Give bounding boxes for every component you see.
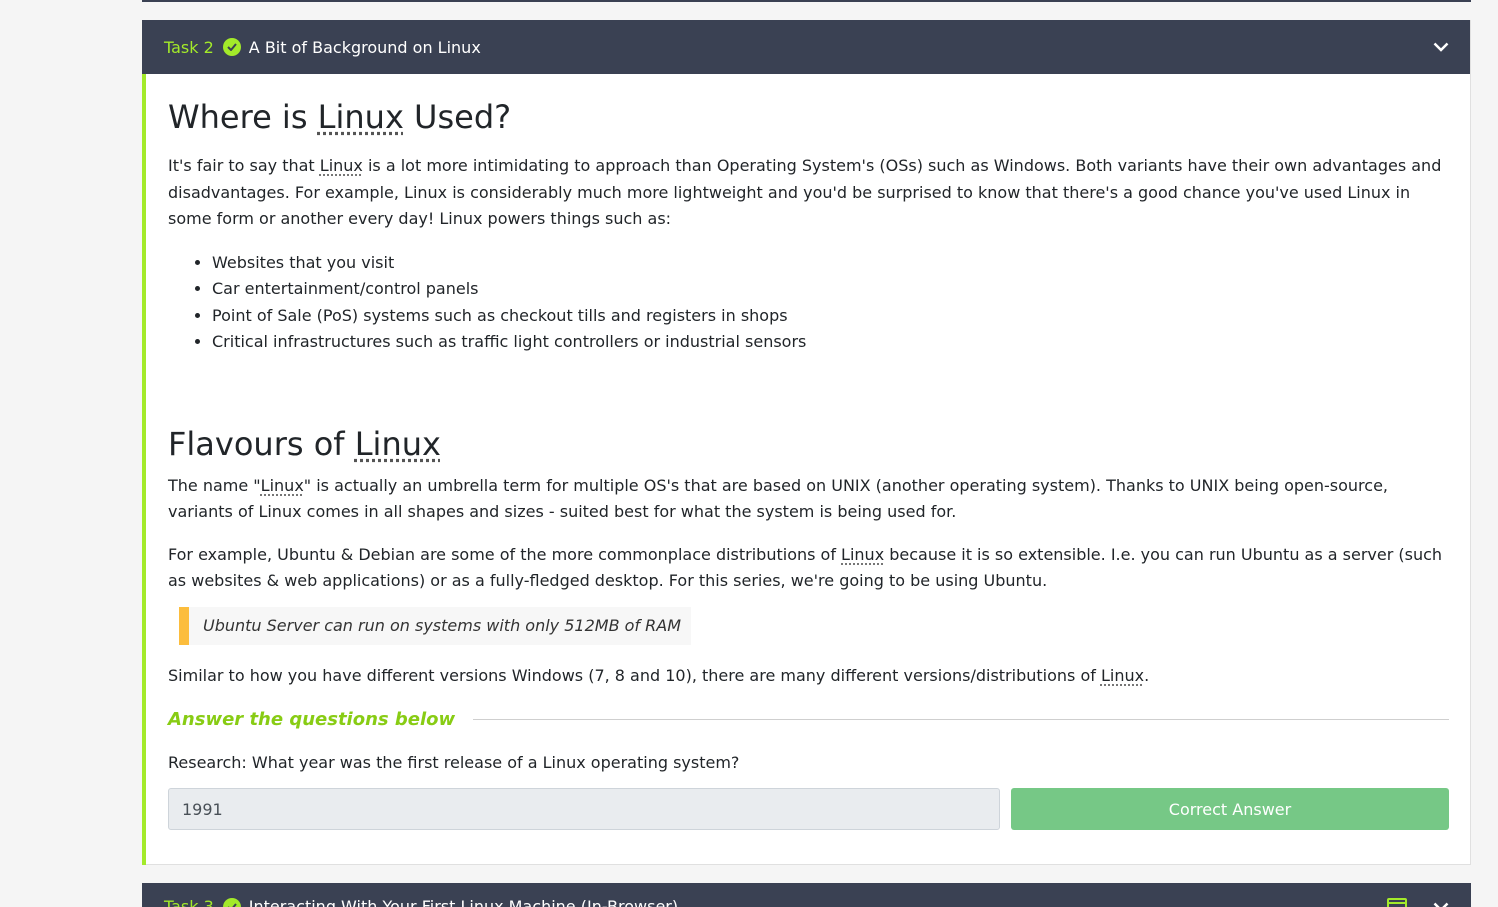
paragraph-text: It's fair to say that [168,156,320,175]
task-2-header[interactable]: Task 2 A Bit of Background on Linux [142,20,1470,74]
task-number: Task 2 [164,37,214,57]
heading-text: Flavours of [168,424,355,463]
answer-row: Correct Answer [168,788,1449,830]
section-heading-where-used: Where is Linux Used? [168,96,1449,138]
linux-term-link[interactable]: Linux [355,425,441,463]
versions-paragraph: Similar to how you have different versio… [168,663,1449,690]
task-title: Interacting With Your First Linux Machin… [248,897,679,907]
chevron-down-icon[interactable] [1432,38,1450,56]
question-text: Research: What year was the first releas… [168,753,740,772]
task-number: Task 3 [164,897,214,907]
previous-task-edge [142,0,1471,2]
distributions-paragraph: For example, Ubuntu & Debian are some of… [168,542,1449,595]
linux-term-link[interactable]: Linux [320,156,363,175]
linux-term-link[interactable]: Linux [841,545,884,564]
task-2-card: Task 2 A Bit of Background on Linux Wher… [142,20,1471,865]
answer-input[interactable] [168,788,1000,830]
linux-term-link[interactable]: Linux [318,98,404,136]
task-3-actions [1387,897,1449,907]
paragraph-text: . [1144,665,1150,685]
completed-check-icon [222,897,241,907]
linux-uses-list: Websites that you visit Car entertainmen… [168,250,1449,356]
heading-text: Used? [403,98,512,136]
list-item: Critical infrastructures such as traffic… [212,329,1449,356]
machine-icon[interactable] [1387,897,1407,907]
paragraph-text: The name " [168,475,261,495]
intro-paragraph: It's fair to say that Linux is a lot mor… [168,153,1449,233]
completed-check-icon [222,38,241,56]
divider [473,719,1449,720]
task-title: A Bit of Background on Linux [248,37,481,57]
heading-text: Where is [168,98,318,136]
list-item: Car entertainment/control panels [212,276,1449,303]
list-item: Point of Sale (PoS) systems such as chec… [212,303,1449,330]
correct-answer-button[interactable]: Correct Answer [1011,788,1449,830]
answer-questions-heading: Answer the questions below [168,709,1449,730]
paragraph-text: For example, Ubuntu & Debian are some of… [168,544,842,564]
page: Task 2 A Bit of Background on Linux Wher… [0,0,1498,907]
ubuntu-ram-quote: Ubuntu Server can run on systems with on… [179,606,691,645]
list-item: Websites that you visit [212,250,1449,277]
task-3-header-content: Task 3 Interacting With Your First Linux… [164,897,678,907]
linux-term-link[interactable]: Linux [261,476,304,495]
linux-term-link[interactable]: Linux [1101,666,1144,685]
answer-heading-text: Answer the questions below [168,709,456,730]
section-heading-flavours: Flavours of Linux [168,423,1449,465]
chevron-down-icon[interactable] [1433,897,1449,907]
paragraph-text: Similar to how you have different versio… [168,665,1101,685]
task-2-content: Where is Linux Used? It's fair to say th… [142,74,1471,865]
task-3-header[interactable]: Task 3 Interacting With Your First Linux… [142,883,1471,907]
paragraph-text: " is actually an umbrella term for multi… [168,475,1388,522]
umbrella-term-paragraph: The name "Linux" is actually an umbrella… [168,473,1449,526]
